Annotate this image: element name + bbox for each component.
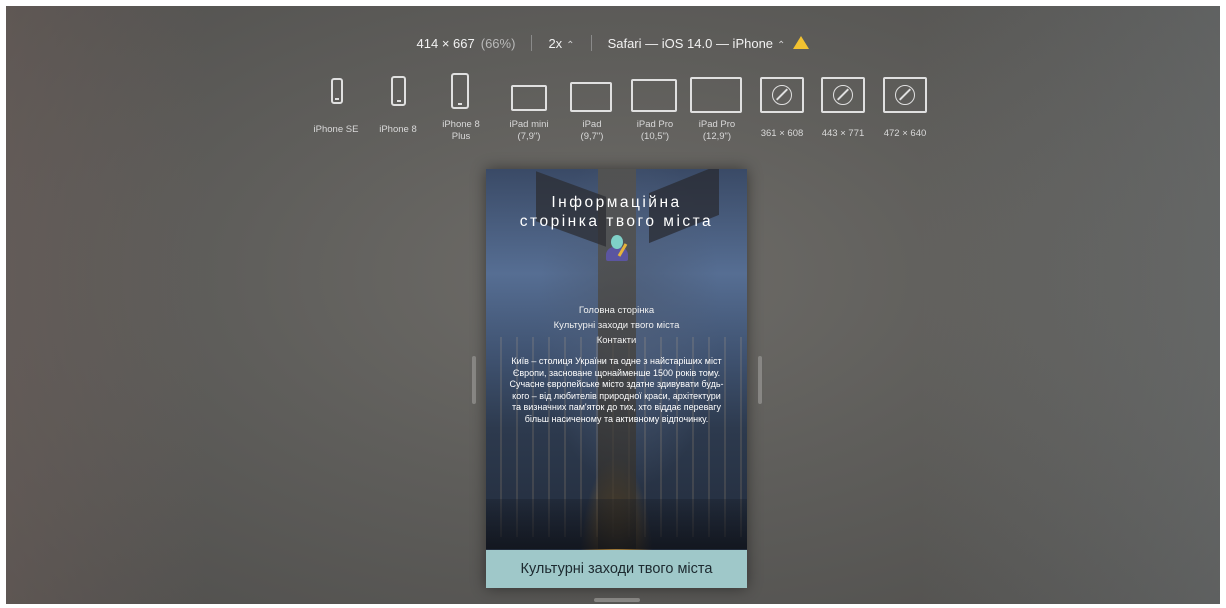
phone-icon xyxy=(451,73,469,109)
safari-compass-icon xyxy=(772,85,792,105)
cultural-events-banner[interactable]: Культурні заходи твого міста xyxy=(486,550,747,588)
nav-link-contacts[interactable]: Контакти xyxy=(486,333,747,348)
site-title: Інформаційна сторінка твого міста xyxy=(486,193,747,231)
city-description: Київ – столиця України та одне з найстар… xyxy=(509,356,724,424)
device-label: iPad mini (7,9") xyxy=(509,119,549,142)
device-label: iPad Pro (10,5") xyxy=(636,119,674,142)
site-title-line: Інформаційна xyxy=(551,194,682,211)
device-label: 361 × 608 xyxy=(760,128,804,139)
pixel-ratio-select[interactable]: 2x ⌃ xyxy=(548,36,574,51)
tablet-icon xyxy=(570,82,612,112)
device-label: iPad Pro (12,9") xyxy=(698,119,736,142)
phone-icon xyxy=(331,78,343,104)
nav-link-events[interactable]: Культурні заходи твого міста xyxy=(486,318,747,333)
teacher-emoji-icon xyxy=(606,235,628,261)
window-frame xyxy=(821,77,865,113)
device-label: iPhone SE xyxy=(313,124,359,135)
tablet-icon xyxy=(631,79,677,112)
responsive-design-mode: 414 × 667 (66%) 2x ⌃ Safari — iOS 14.0 — … xyxy=(6,6,1220,604)
background-blur-left xyxy=(6,6,206,604)
tablet-icon xyxy=(690,77,742,113)
viewport-size: 414 × 667 xyxy=(416,35,475,51)
window-frame xyxy=(760,77,804,113)
device-label: 443 × 771 xyxy=(821,128,865,139)
divider xyxy=(590,35,592,51)
pixel-ratio-value: 2x xyxy=(548,35,563,51)
user-agent-value: Safari — iOS 14.0 — iPhone xyxy=(607,35,774,51)
nav-link-home[interactable]: Головна сторінка xyxy=(486,303,747,318)
device-label: 472 × 640 xyxy=(883,128,927,139)
resize-handle-right[interactable] xyxy=(758,356,762,404)
user-agent-select[interactable]: Safari — iOS 14.0 — iPhone ⌃ xyxy=(608,36,786,51)
city-foreground xyxy=(486,499,747,549)
safari-compass-icon xyxy=(833,85,853,105)
background-blur-right xyxy=(920,6,1220,604)
chevron-up-down-icon: ⌃ xyxy=(777,39,786,51)
window-frame xyxy=(883,77,927,113)
zoom-level: (66%) xyxy=(480,35,516,51)
responsive-toolbar: 414 × 667 (66%) 2x ⌃ Safari — iOS 14.0 — … xyxy=(6,31,1220,55)
page-preview[interactable]: Інформаційна сторінка твого міста Головн… xyxy=(486,169,747,588)
divider xyxy=(531,35,533,51)
chevron-up-down-icon: ⌃ xyxy=(566,39,575,51)
device-label: iPhone 8 Plus xyxy=(442,119,480,142)
resize-handle-left[interactable] xyxy=(472,356,476,404)
device-label: iPad (9,7") xyxy=(580,119,604,142)
safari-compass-icon xyxy=(895,85,915,105)
warning-triangle-icon[interactable] xyxy=(793,35,810,49)
device-label: iPhone 8 xyxy=(379,124,417,135)
resize-handle-bottom[interactable] xyxy=(594,598,640,602)
site-nav: Головна сторінка Культурні заходи твого … xyxy=(486,303,747,348)
phone-icon xyxy=(391,76,406,106)
tablet-icon xyxy=(511,85,547,111)
site-title-line: сторінка твого міста xyxy=(519,213,714,230)
